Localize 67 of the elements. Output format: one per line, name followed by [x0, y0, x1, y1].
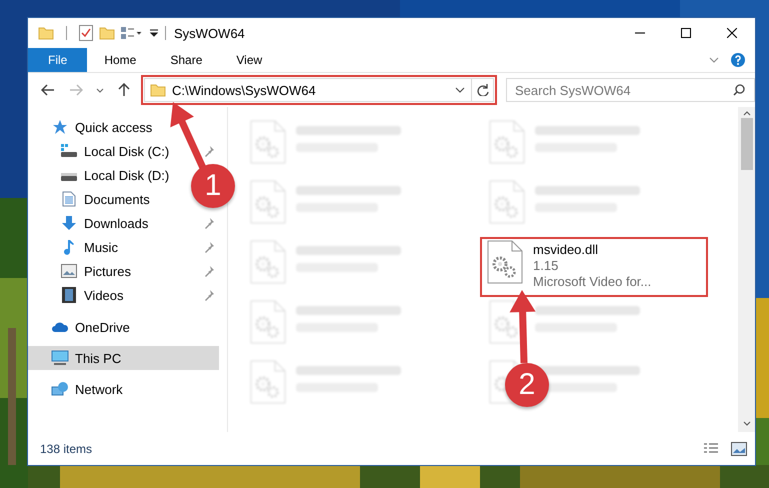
details-view-icon — [703, 442, 719, 456]
callout-number: 1 — [191, 164, 235, 208]
picture-icon — [61, 264, 77, 278]
gear-file-icon — [489, 180, 525, 224]
window-title: SysWOW64 — [174, 26, 246, 40]
expand-ribbon-icon — [709, 57, 719, 63]
gear-file-icon — [487, 240, 523, 284]
scroll-up-icon — [742, 111, 750, 116]
properties-icon — [79, 25, 93, 41]
cloud-icon — [51, 321, 69, 333]
nav-item[interactable]: Pictures — [28, 259, 135, 283]
ribbon-tab[interactable]: File — [28, 48, 88, 72]
ribbon-tab[interactable]: Share — [153, 48, 220, 72]
back-arrow-icon — [41, 84, 55, 96]
star-icon — [52, 119, 68, 135]
scrollbar[interactable] — [738, 107, 755, 432]
nav-item[interactable]: OneDrive — [28, 315, 134, 339]
gear-file-icon — [250, 360, 286, 404]
close-icon — [727, 28, 737, 38]
file-item[interactable]: msvideo.dll 1.15 Microsoft Video for... — [481, 238, 707, 296]
file-name: msvideo.dll — [533, 242, 600, 257]
folder-icon — [150, 83, 166, 97]
search-field[interactable]: Search SysWOW64 — [506, 78, 755, 102]
help-icon — [731, 53, 745, 67]
file-detail: 1.15 — [533, 258, 560, 273]
network-icon — [51, 381, 69, 397]
nav-item[interactable]: Documents — [28, 187, 154, 211]
download-icon — [61, 215, 77, 231]
scroll-down-icon — [742, 421, 750, 426]
ribbon-tab[interactable]: View — [219, 48, 280, 72]
nav-item[interactable]: This PC — [28, 346, 219, 370]
address-field[interactable]: C:\Windows\SysWOW64 — [144, 78, 494, 102]
scroll-thumb[interactable] — [740, 118, 752, 170]
arrow-icon — [510, 290, 536, 364]
nav-item[interactable]: Quick access — [28, 115, 156, 139]
up-arrow-icon — [118, 83, 130, 97]
nav-item[interactable]: Local Disk (D:) — [28, 163, 174, 187]
nav-item[interactable]: Network — [28, 377, 127, 401]
item-count: 138 items — [40, 442, 94, 456]
dropdown-icon — [149, 28, 159, 38]
large-icons-view-icon — [731, 442, 747, 456]
drive-icon — [60, 143, 78, 159]
caret-icon — [96, 88, 104, 92]
ribbon-tab[interactable]: Home — [87, 48, 154, 72]
music-note-icon — [62, 239, 76, 255]
gear-file-icon — [489, 120, 525, 164]
monitor-icon — [51, 350, 69, 366]
gear-file-icon — [250, 240, 286, 284]
gear-file-icon — [250, 300, 286, 344]
forward-arrow-icon — [69, 84, 83, 96]
new-folder-icon — [99, 26, 115, 40]
nav-item[interactable]: Local Disk (C:) — [28, 139, 174, 163]
gear-file-icon — [250, 120, 286, 164]
nav-item[interactable]: Videos — [28, 283, 128, 307]
callout-number: 2 — [505, 363, 549, 407]
nav-item[interactable]: Music — [28, 235, 122, 259]
folder-icon — [38, 26, 54, 40]
maximize-icon — [681, 28, 691, 38]
file-detail: Microsoft Video for... — [533, 274, 652, 289]
nav-item[interactable]: Downloads — [28, 211, 152, 235]
film-icon — [62, 287, 76, 303]
chevron-icon — [455, 87, 465, 93]
refresh-icon — [476, 84, 488, 96]
customize-icon — [121, 26, 143, 40]
document-icon — [62, 191, 76, 207]
gear-file-icon — [250, 180, 286, 224]
arrow-icon — [170, 102, 206, 170]
